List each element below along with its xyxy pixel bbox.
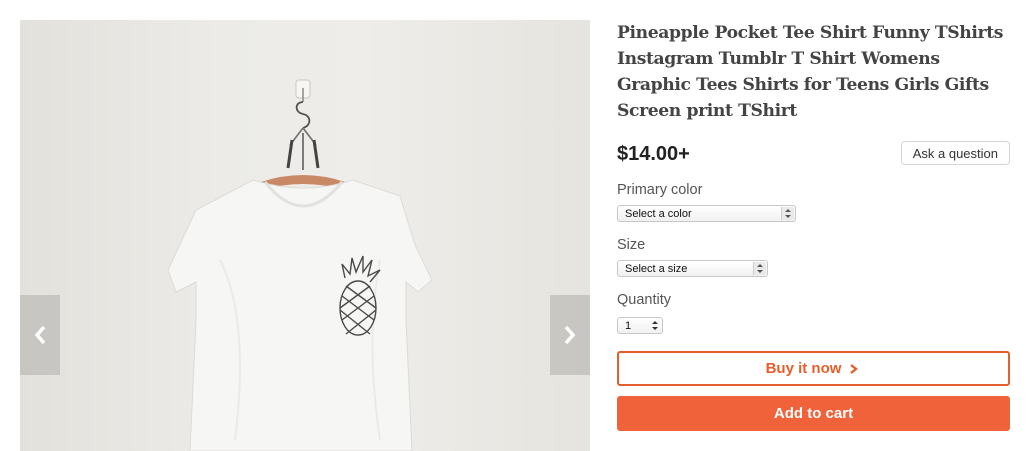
quantity-select[interactable]: 1 bbox=[617, 317, 663, 334]
primary-color-select[interactable]: Select a color bbox=[617, 205, 796, 222]
product-price: $14.00+ bbox=[617, 143, 690, 165]
size-select-value: Select a size bbox=[625, 262, 688, 275]
chevron-right-icon bbox=[564, 325, 576, 345]
hanger bbox=[261, 101, 345, 190]
primary-color-select-value: Select a color bbox=[625, 207, 692, 220]
size-select[interactable]: Select a size bbox=[617, 260, 768, 277]
next-image-button[interactable] bbox=[550, 295, 590, 375]
wall-hook bbox=[295, 79, 311, 102]
size-label: Size bbox=[617, 237, 646, 253]
buy-it-now-button[interactable]: Buy it now bbox=[617, 351, 1010, 386]
add-to-cart-label: Add to cart bbox=[773, 405, 854, 422]
updown-arrows-icon bbox=[649, 319, 661, 332]
ask-question-button[interactable]: Ask a question bbox=[900, 141, 1010, 165]
t-shirt bbox=[167, 179, 433, 451]
quantity-select-value: 1 bbox=[625, 319, 632, 332]
price-row: $14.00+ Ask a question bbox=[617, 141, 1010, 169]
product-info-panel: Pineapple Pocket Tee Shirt Funny TShirts… bbox=[617, 20, 1010, 431]
add-to-cart-button[interactable]: Add to cart bbox=[617, 396, 1010, 431]
quantity-label: Quantity bbox=[617, 292, 671, 308]
product-photo bbox=[167, 79, 433, 451]
buy-it-now-label: Buy it now bbox=[765, 360, 842, 377]
updown-arrows-icon bbox=[753, 262, 766, 275]
previous-image-button[interactable] bbox=[20, 295, 60, 375]
product-image-gallery bbox=[20, 20, 590, 451]
chevron-right-icon bbox=[850, 363, 859, 374]
primary-color-label: Primary color bbox=[617, 182, 703, 198]
chevron-left-icon bbox=[34, 325, 46, 345]
updown-arrows-icon bbox=[781, 207, 794, 220]
product-title: Pineapple Pocket Tee Shirt Funny TShirts… bbox=[617, 23, 1004, 121]
